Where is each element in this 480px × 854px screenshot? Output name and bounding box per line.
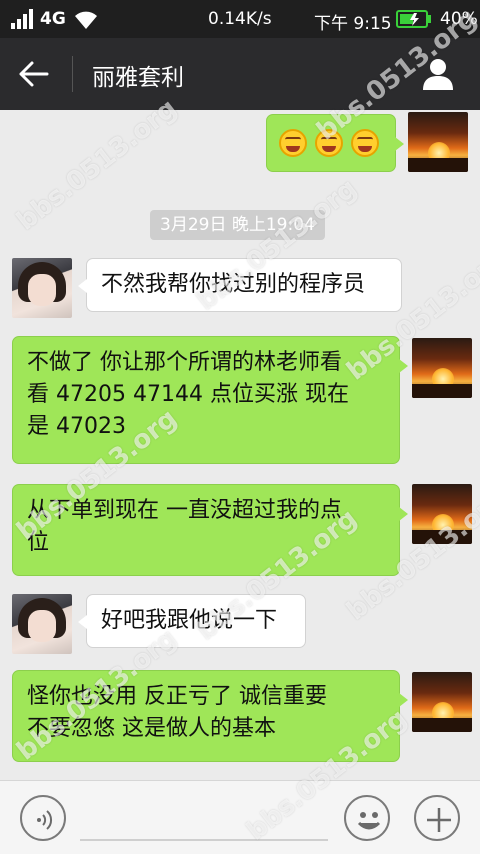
smiley-icon	[357, 812, 381, 830]
signal-icon	[11, 9, 33, 29]
voice-button[interactable]	[20, 795, 66, 841]
message-bubble-emoji[interactable]	[266, 114, 404, 172]
message-text: 好吧我跟他说一下	[101, 608, 278, 633]
nav-divider	[72, 56, 73, 92]
chat-title: 丽雅套利	[92, 65, 184, 91]
nav-bar: 丽雅套利	[0, 38, 480, 110]
message-input[interactable]	[80, 839, 328, 841]
contact-avatar[interactable]	[12, 594, 72, 654]
message-line: 不要忽悠 这是做人的基本	[27, 716, 276, 741]
laughing-emoji-icon	[315, 129, 343, 157]
my-avatar[interactable]	[408, 112, 468, 172]
message-text: 不然我帮你找过别的程序员	[101, 272, 366, 297]
laughing-emoji-icon	[351, 129, 379, 157]
wifi-icon	[75, 11, 97, 29]
my-avatar[interactable]	[412, 338, 472, 398]
message-line: 是 47023	[27, 414, 126, 439]
network-type: 4G	[40, 9, 66, 29]
my-avatar[interactable]	[412, 484, 472, 544]
voice-icon	[37, 810, 53, 830]
message-line: 从下单到现在 一直没超过我的点	[27, 498, 342, 523]
battery-icon	[396, 10, 431, 28]
emoji-button[interactable]	[344, 795, 390, 841]
clock: 下午 9:15	[314, 14, 392, 34]
message-line: 不做了 你让那个所谓的林老师看	[27, 350, 342, 375]
network-speed: 0.14K/s	[208, 9, 272, 29]
message-bubble[interactable]: 不做了 你让那个所谓的林老师看 看 47205 47144 点位买涨 现在 是 …	[12, 336, 408, 464]
more-button[interactable]	[414, 795, 460, 841]
my-avatar[interactable]	[412, 672, 472, 732]
message-line: 看 47205 47144 点位买涨 现在	[27, 382, 349, 407]
battery-percent: 40%	[440, 9, 478, 29]
timestamp-chip: 3月29日 晚上19:04	[150, 210, 325, 240]
laughing-emoji-icon	[279, 129, 307, 157]
person-icon[interactable]	[420, 57, 456, 91]
message-bubble[interactable]: 从下单到现在 一直没超过我的点 位	[12, 484, 408, 576]
message-bubble[interactable]: 不然我帮你找过别的程序员	[78, 258, 402, 312]
input-bar	[0, 780, 480, 854]
message-line: 位	[27, 530, 50, 555]
plus-icon	[427, 808, 451, 832]
chat-area: 3月29日 晚上19:04 不然我帮你找过别的程序员 不做了 你让那个所谓的林老…	[0, 110, 480, 780]
message-bubble[interactable]: 好吧我跟他说一下	[78, 594, 306, 648]
contact-avatar[interactable]	[12, 258, 72, 318]
status-bar: 4G 0.14K/s 下午 9:15 40%	[0, 0, 480, 38]
back-arrow-icon[interactable]	[18, 60, 50, 88]
message-bubble[interactable]: 怪你也没用 反正亏了 诚信重要 不要忽悠 这是做人的基本	[12, 670, 408, 762]
message-line: 怪你也没用 反正亏了 诚信重要	[27, 684, 327, 709]
